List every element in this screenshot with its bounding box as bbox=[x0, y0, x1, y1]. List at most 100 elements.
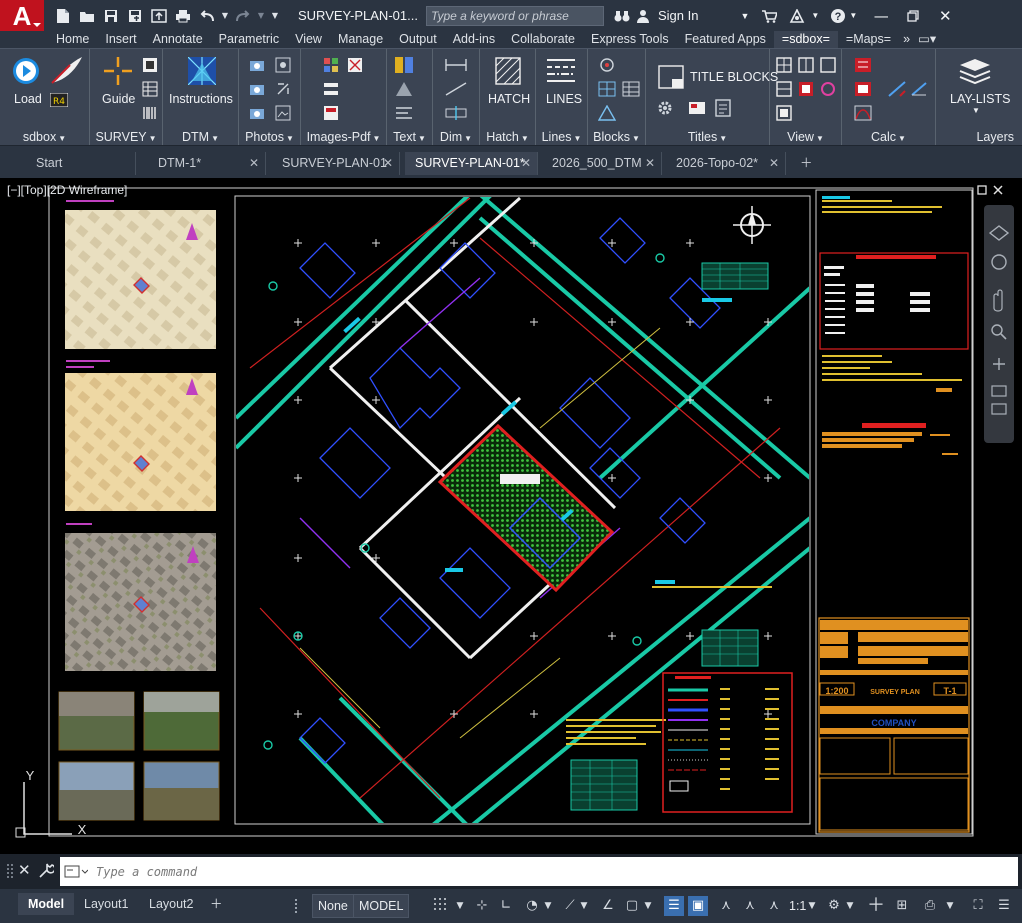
r4-icon[interactable]: R4 bbox=[50, 93, 68, 107]
doc-tab-2026-500-dtm[interactable]: 2026_500_DTM ✕ bbox=[542, 152, 662, 175]
view-cycle-icon[interactable] bbox=[820, 81, 836, 97]
store-dropdown-icon[interactable]: ▼ bbox=[811, 11, 827, 20]
view-red-icon[interactable] bbox=[798, 81, 814, 97]
close-icon[interactable]: ✕ bbox=[769, 152, 779, 174]
dtm-triangulation-icon[interactable] bbox=[188, 57, 216, 85]
photo-link-icon[interactable] bbox=[275, 81, 291, 97]
annotation-scale-value[interactable]: 1:1 bbox=[789, 894, 806, 918]
layout-tab-layout2[interactable]: Layout2 bbox=[139, 893, 203, 915]
calc-area-icon[interactable] bbox=[854, 57, 872, 73]
save-icon[interactable] bbox=[100, 5, 122, 27]
photo-frame-icon[interactable] bbox=[275, 105, 291, 121]
guide-crosshair-icon[interactable] bbox=[102, 55, 134, 87]
close-icon[interactable]: ✕ bbox=[18, 861, 31, 879]
camera-edit-icon[interactable] bbox=[249, 105, 265, 121]
lay-lists-button[interactable]: LAY-LISTS bbox=[950, 92, 1010, 106]
pdf-icon[interactable] bbox=[323, 105, 339, 121]
table-icon[interactable] bbox=[142, 81, 158, 97]
site-photo-thumbnails[interactable] bbox=[58, 691, 220, 821]
viewport-two-icon[interactable] bbox=[798, 57, 814, 73]
linetypes-icon[interactable] bbox=[546, 57, 576, 83]
block-insert-icon[interactable] bbox=[598, 57, 616, 73]
autodesk-app-store-icon[interactable] bbox=[783, 8, 811, 23]
isodraft-icon[interactable]: ⟋ bbox=[560, 896, 580, 916]
annotation-scale-icon[interactable]: ⋏ bbox=[764, 896, 784, 916]
workspace-dropdown-icon[interactable]: ▼ bbox=[844, 896, 856, 916]
doc-tab-survey-plan-01[interactable]: SURVEY-PLAN-01 ✕ bbox=[272, 152, 400, 175]
undo-icon[interactable] bbox=[196, 5, 218, 27]
feather-quill-icon[interactable] bbox=[50, 55, 84, 85]
calc-slope-icon[interactable] bbox=[888, 81, 906, 97]
image-grid-icon[interactable] bbox=[323, 57, 339, 73]
load-button[interactable]: Load bbox=[14, 92, 42, 106]
close-window-icon[interactable]: ✕ bbox=[929, 0, 961, 31]
viewport-single-icon[interactable] bbox=[776, 57, 792, 73]
cloud-upload-icon[interactable] bbox=[148, 5, 170, 27]
hardware-dropdown-icon[interactable]: ▼ bbox=[944, 896, 956, 916]
transparency-icon[interactable]: ▣ bbox=[688, 896, 708, 916]
workspace-gear-icon[interactable]: ⚙ bbox=[824, 896, 844, 916]
dimension-aligned-icon[interactable] bbox=[445, 81, 467, 97]
add-layout-button[interactable]: ＋ bbox=[204, 893, 229, 915]
doc-tab-dtm-1[interactable]: DTM-1* ✕ bbox=[148, 152, 266, 175]
clean-screen-icon[interactable]: ⛶ bbox=[968, 896, 988, 916]
viewport-layout-icon[interactable] bbox=[776, 81, 792, 97]
tab-collaborate[interactable]: Collaborate bbox=[503, 31, 583, 48]
scale-dropdown-icon[interactable]: ▼ bbox=[806, 896, 818, 916]
polar-dropdown-icon[interactable]: ▼ bbox=[542, 896, 554, 916]
units-icon[interactable]: ⊞ bbox=[892, 896, 912, 916]
model-space-button[interactable]: MODEL bbox=[353, 894, 410, 918]
grid-icon[interactable] bbox=[430, 896, 450, 916]
customize-toolbar-icon[interactable]: ▼ bbox=[268, 5, 282, 27]
tab-view[interactable]: View bbox=[287, 31, 330, 48]
drawing-graphics[interactable]: 1:200 SURVEY PLAN T-1 COMPANY Y X bbox=[0, 178, 1022, 854]
load-icon[interactable] bbox=[12, 57, 40, 85]
more-tabs-icon[interactable]: » bbox=[899, 31, 914, 48]
command-prompt-icon[interactable] bbox=[64, 865, 88, 879]
snap-mode-icon[interactable]: ⊹ bbox=[472, 896, 492, 916]
title-stamp-icon[interactable] bbox=[688, 99, 706, 117]
new-tab-button[interactable]: ＋ bbox=[792, 152, 820, 175]
block-attribute-icon[interactable] bbox=[598, 105, 616, 121]
hardware-acceleration-icon[interactable]: ⎙ bbox=[920, 896, 940, 916]
restore-window-icon[interactable] bbox=[897, 0, 929, 31]
doc-tab-survey-plan-01-active[interactable]: SURVEY-PLAN-01* ✕ bbox=[405, 152, 538, 175]
dimension-ordinate-icon[interactable] bbox=[445, 105, 467, 121]
barcode-icon[interactable] bbox=[142, 105, 158, 121]
help-dropdown-icon[interactable]: ▼ bbox=[849, 11, 865, 20]
photo-point-icon[interactable] bbox=[275, 57, 291, 73]
tab-featured-apps[interactable]: Featured Apps bbox=[677, 31, 774, 48]
doc-tab-2026-topo-02[interactable]: 2026-Topo-02* ✕ bbox=[666, 152, 786, 175]
tab-sdbox[interactable]: =sdbox= bbox=[773, 31, 838, 48]
viewport-controls[interactable] bbox=[977, 185, 1003, 195]
save-as-icon[interactable] bbox=[124, 5, 146, 27]
instructions-button[interactable]: Instructions bbox=[169, 92, 233, 106]
sign-in-link[interactable]: Sign In bbox=[652, 8, 704, 23]
ortho-mode-icon[interactable]: ∟ bbox=[496, 896, 516, 916]
annotation-monitor-icon[interactable]: ＋ bbox=[866, 896, 886, 916]
hatch-button[interactable]: HATCH bbox=[488, 92, 530, 106]
help-icon[interactable]: ? bbox=[827, 8, 849, 24]
tab-annotate[interactable]: Annotate bbox=[145, 31, 211, 48]
sign-in-dropdown-icon[interactable]: ▼ bbox=[704, 11, 755, 21]
tab-insert[interactable]: Insert bbox=[97, 31, 144, 48]
object-snap-tracking-icon[interactable]: ∠ bbox=[598, 896, 618, 916]
command-input[interactable] bbox=[96, 864, 976, 879]
title-blocks-button[interactable]: TITLE BLOCKS bbox=[690, 70, 778, 84]
navigation-bar[interactable] bbox=[984, 205, 1014, 443]
title-block-icon[interactable] bbox=[658, 65, 684, 89]
calc-angle-icon[interactable] bbox=[910, 81, 928, 97]
settings-gear-icon[interactable] bbox=[656, 99, 674, 117]
grid-dropdown-icon[interactable]: ▼ bbox=[454, 896, 466, 916]
calc-grid-icon[interactable] bbox=[854, 81, 872, 97]
auto-scale-icon[interactable]: ⋏ bbox=[740, 896, 760, 916]
annotation-scale-none-button[interactable]: None bbox=[312, 894, 354, 918]
customization-menu-icon[interactable]: ☰ bbox=[994, 896, 1014, 916]
block-grid-icon[interactable] bbox=[598, 81, 616, 97]
tab-manage[interactable]: Manage bbox=[330, 31, 391, 48]
tab-add-ins[interactable]: Add-ins bbox=[445, 31, 503, 48]
application-menu-button[interactable]: A bbox=[0, 0, 44, 31]
image-crop-icon[interactable] bbox=[347, 57, 363, 73]
layout-tab-model[interactable]: Model bbox=[18, 893, 75, 915]
text-edit-icon[interactable] bbox=[395, 81, 413, 97]
